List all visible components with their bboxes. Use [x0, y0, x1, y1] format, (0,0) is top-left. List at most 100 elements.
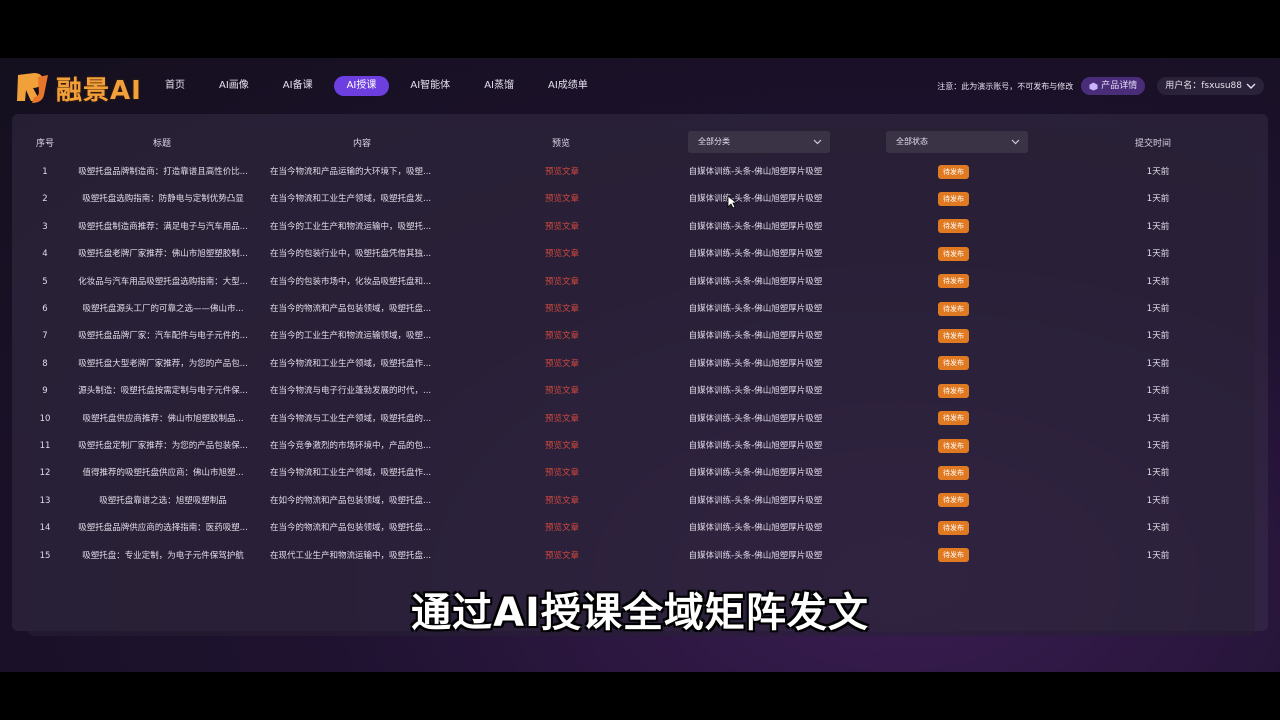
- preview-article-link[interactable]: 预览文章: [528, 269, 596, 296]
- status-badge[interactable]: 待发布: [938, 438, 969, 453]
- row-time: 1天前: [1146, 358, 1170, 369]
- row-title: 吸塑托盘品牌厂家：汽车配件与电子元件的...: [78, 331, 248, 342]
- nav-item-1[interactable]: AI画像: [206, 76, 262, 96]
- table-row: 2 吸塑托盘选购指南：防静电与定制优势凸显 在当今物流和工业生产领域，吸塑托盘发..…: [28, 186, 1255, 213]
- row-content: 在当今物流与电子行业蓬勃发展的时代，...: [270, 386, 432, 397]
- row-time: 1天前: [1146, 194, 1170, 205]
- header-preview: 预览: [552, 139, 571, 149]
- preview-article-link[interactable]: 预览文章: [528, 460, 596, 487]
- row-index: 1: [42, 167, 48, 177]
- row-category: 自媒体训练-头条-佛山旭塑厚片吸塑: [688, 276, 823, 287]
- preview-article-link[interactable]: 预览文章: [528, 515, 596, 542]
- status-badge[interactable]: 待发布: [938, 219, 969, 234]
- preview-article-link[interactable]: 预览文章: [528, 323, 596, 350]
- nav-item-6[interactable]: AI成绩单: [535, 76, 601, 96]
- status-filter-select[interactable]: 全部状态: [886, 131, 1028, 153]
- nav-item-2[interactable]: AI备课: [270, 76, 326, 96]
- status-badge[interactable]: 待发布: [938, 493, 969, 508]
- row-time: 1天前: [1146, 523, 1170, 534]
- logo[interactable]: 融景AI: [14, 68, 142, 108]
- row-category: 自媒体训练-头条-佛山旭塑厚片吸塑: [688, 468, 823, 479]
- table-row: 8 吸塑托盘大型老牌厂家推荐，为您的产品包... 在当今物流和工业生产领域，吸塑托盘…: [28, 351, 1255, 378]
- row-content: 在当今物流和工业生产领域，吸塑托盘作...: [270, 468, 432, 479]
- row-category: 自媒体训练-头条-佛山旭塑厚片吸塑: [688, 413, 823, 424]
- table-row: 4 吸塑托盘老牌厂家推荐：佛山市旭塑塑胶制... 在当今的包装行业中，吸塑托盘凭借其…: [28, 241, 1255, 268]
- row-content: 在当今物流和产品运输的大环境下，吸塑...: [270, 167, 432, 177]
- header-content: 内容: [353, 139, 372, 149]
- product-detail-button[interactable]: 产品详情: [1081, 77, 1146, 95]
- preview-article-link[interactable]: 预览文章: [528, 296, 596, 323]
- status-badge[interactable]: 待发布: [938, 164, 969, 179]
- row-status: 待发布: [938, 460, 972, 487]
- row-index: 2: [42, 194, 48, 205]
- preview-article-link[interactable]: 预览文章: [528, 159, 596, 186]
- status-badge[interactable]: 待发布: [938, 383, 969, 398]
- row-status: 待发布: [938, 296, 972, 323]
- row-category: 自媒体训练-头条-佛山旭塑厚片吸塑: [688, 358, 823, 369]
- row-index: 9: [42, 386, 48, 397]
- row-index: 4: [42, 249, 48, 260]
- row-status: 待发布: [938, 159, 972, 186]
- row-index: 12: [39, 468, 51, 479]
- nav-menu: 首页 AI画像 AI备课 AI授课 AI智能体 AI蒸馏 AI成绩单: [152, 76, 609, 96]
- row-status: 待发布: [938, 269, 972, 296]
- row-index: 6: [42, 304, 48, 314]
- chevron-down-icon: [1246, 83, 1256, 89]
- row-category: 自媒体训练-头条-佛山旭塑厚片吸塑: [688, 331, 823, 342]
- row-status: 待发布: [938, 378, 972, 405]
- row-content: 在当今物流与工业生产领域，吸塑托盘的...: [270, 413, 432, 424]
- row-time: 1天前: [1146, 276, 1170, 287]
- row-category: 自媒体训练-头条-佛山旭塑厚片吸塑: [688, 386, 823, 397]
- row-category: 自媒体训练-头条-佛山旭塑厚片吸塑: [688, 194, 823, 205]
- preview-article-link[interactable]: 预览文章: [528, 241, 596, 268]
- row-index: 8: [42, 358, 48, 369]
- status-badge[interactable]: 待发布: [938, 246, 969, 261]
- header-time: 提交时间: [1135, 139, 1172, 149]
- status-badge[interactable]: 待发布: [938, 465, 969, 480]
- row-time: 1天前: [1146, 221, 1170, 232]
- nav-item-3[interactable]: AI授课: [333, 76, 390, 96]
- status-badge[interactable]: 待发布: [938, 274, 969, 289]
- status-badge[interactable]: 待发布: [938, 520, 969, 535]
- preview-article-link[interactable]: 预览文章: [528, 378, 596, 405]
- preview-article-link[interactable]: 预览文章: [528, 488, 596, 515]
- row-time: 1天前: [1146, 167, 1170, 177]
- row-time: 1天前: [1146, 468, 1170, 479]
- row-status: 待发布: [938, 515, 972, 542]
- preview-article-link[interactable]: 预览文章: [528, 433, 596, 460]
- row-content: 在现代工业生产和物流运输中，吸塑托盘...: [270, 550, 432, 561]
- nav-item-5[interactable]: AI蒸馏: [471, 76, 527, 96]
- table-row: 13 吸塑托盘靠谱之选：旭塑吸塑制品 在如今的物流和产品包装领域，吸塑托盘... 预览…: [28, 488, 1255, 515]
- status-badge[interactable]: 待发布: [938, 191, 969, 206]
- row-content: 在当今的包装市场中，化妆品吸塑托盘和...: [270, 276, 432, 287]
- category-filter-value: 全部分类: [698, 137, 730, 146]
- nav-item-4[interactable]: AI智能体: [397, 76, 463, 96]
- row-index: 3: [42, 221, 48, 232]
- status-badge[interactable]: 待发布: [938, 411, 969, 426]
- preview-article-link[interactable]: 预览文章: [528, 351, 596, 378]
- category-filter-select[interactable]: 全部分类: [688, 131, 830, 153]
- row-time: 1天前: [1146, 413, 1170, 424]
- mouse-cursor-icon: [727, 194, 738, 213]
- row-status: 待发布: [938, 214, 972, 241]
- preview-article-link[interactable]: 预览文章: [528, 214, 596, 241]
- nav-item-0[interactable]: 首页: [152, 76, 198, 96]
- status-badge[interactable]: 待发布: [938, 548, 969, 563]
- chevron-down-icon: [813, 139, 822, 145]
- user-menu[interactable]: 用户名：fsxusu88: [1157, 77, 1264, 95]
- preview-article-link[interactable]: 预览文章: [528, 406, 596, 433]
- row-time: 1天前: [1146, 386, 1170, 397]
- row-title: 吸塑托盘源头工厂的可靠之选——佛山市...: [82, 304, 244, 314]
- row-category: 自媒体训练-头条-佛山旭塑厚片吸塑: [688, 441, 823, 451]
- row-category: 自媒体训练-头条-佛山旭塑厚片吸塑: [688, 550, 823, 561]
- status-badge[interactable]: 待发布: [938, 356, 969, 371]
- status-badge[interactable]: 待发布: [938, 301, 969, 316]
- header-title: 标题: [153, 139, 172, 149]
- status-badge[interactable]: 待发布: [938, 328, 969, 343]
- preview-article-link[interactable]: 预览文章: [528, 543, 596, 570]
- nav-right: 注意：此为演示账号，不可发布与修改 产品详情 用户名：fsxusu88: [937, 77, 1264, 95]
- preview-article-link[interactable]: 预览文章: [528, 186, 596, 213]
- table-row: 9 源头制造：吸塑托盘按需定制与电子元件保... 在当今物流与电子行业蓬勃发展的时代…: [28, 378, 1255, 405]
- row-title: 吸塑托盘制造商推荐：满足电子与汽车用品...: [78, 221, 248, 232]
- row-content: 在当今的工业生产和物流运输领域，吸塑...: [270, 331, 432, 342]
